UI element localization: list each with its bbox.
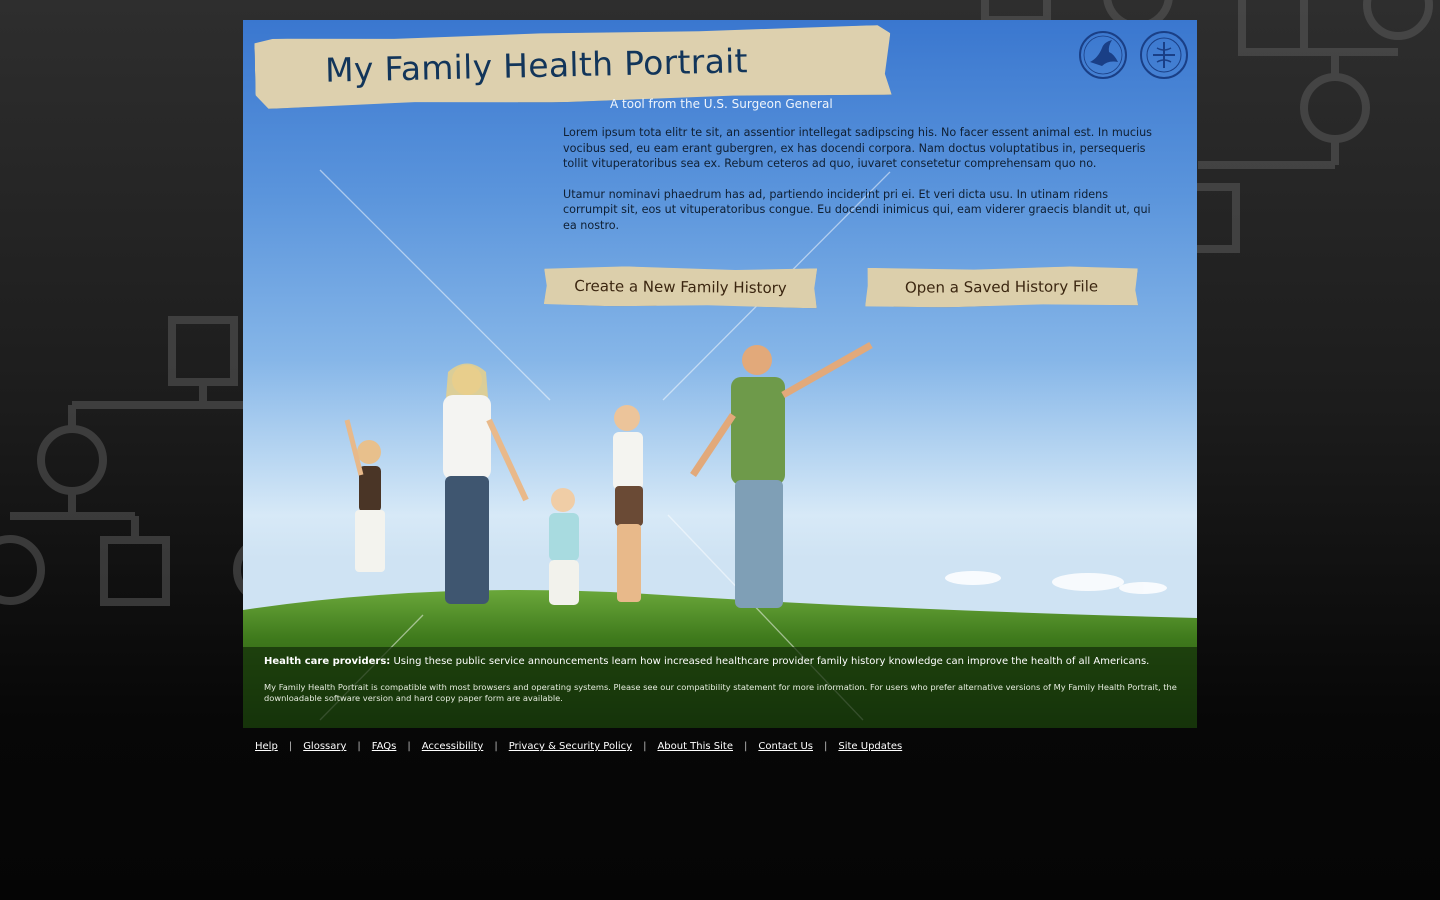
providers-text: Using these public service announcements… [390, 656, 1150, 667]
footer-link-glossary[interactable]: Glossary [303, 741, 346, 752]
footer-link-about[interactable]: About This Site [657, 741, 733, 752]
hero-panel: My Family Health Portrait A tool from th… [243, 20, 1197, 728]
compatibility-notice: My Family Health Portrait is compatible … [264, 682, 1177, 703]
footer-separator: | [407, 741, 411, 752]
footer-link-accessibility[interactable]: Accessibility [422, 741, 484, 752]
hhs-eagle-seal-icon[interactable] [1078, 30, 1128, 80]
footer-link-privacy[interactable]: Privacy & Security Policy [509, 741, 632, 752]
providers-label[interactable]: Health care providers: [264, 656, 390, 667]
footer-separator: | [288, 741, 293, 752]
footer-link-site-updates[interactable]: Site Updates [838, 741, 902, 752]
footer-link-help[interactable]: Help [255, 741, 278, 752]
footer-link-faqs[interactable]: FAQs [372, 741, 397, 752]
open-saved-history-button[interactable]: Open a Saved History File [865, 266, 1138, 308]
footer-nav: Help | Glossary | FAQs | Accessibility |… [255, 741, 902, 752]
create-family-history-button[interactable]: Create a New Family History [544, 266, 817, 309]
footer-separator: | [824, 741, 828, 752]
app-subtitle: A tool from the U.S. Surgeon General [610, 97, 833, 111]
footer-separator: | [357, 741, 361, 752]
footer-separator: | [744, 741, 748, 752]
providers-notice: Health care providers: Using these publi… [264, 656, 1184, 667]
footer-separator: | [494, 741, 498, 752]
footer-separator: | [643, 741, 647, 752]
intro-paragraph: Utamur nominavi phaedrum has ad, partien… [563, 187, 1151, 232]
intro-text: Lorem ipsum tota elitr te sit, an assent… [563, 125, 1163, 249]
intro-paragraph: Lorem ipsum tota elitr te sit, an assent… [563, 126, 1153, 171]
footer-link-contact[interactable]: Contact Us [758, 741, 813, 752]
public-health-service-seal-icon[interactable] [1139, 30, 1189, 80]
